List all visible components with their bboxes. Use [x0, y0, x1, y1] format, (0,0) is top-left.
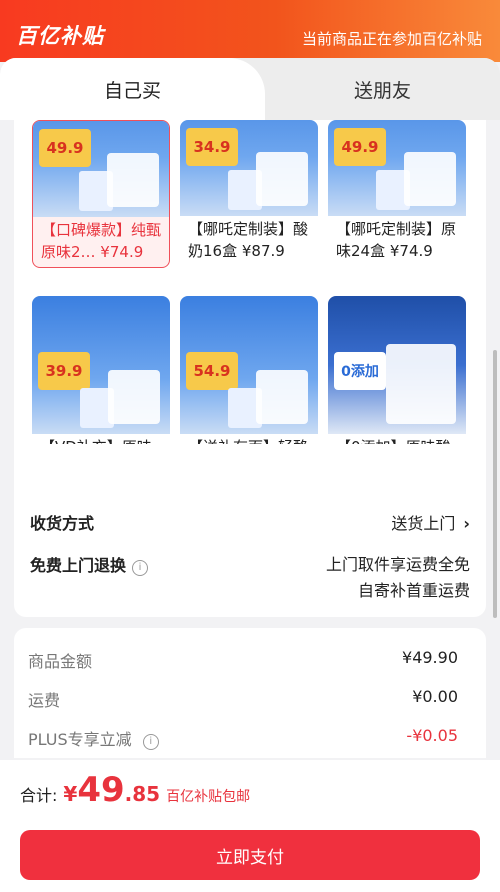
delivery-method-text: 送货上门: [391, 514, 456, 533]
package-graphic: [386, 344, 456, 424]
product-title: 【哪吒定制装】原味24盒 ¥74.9: [336, 220, 457, 260]
product-image: 39.9: [32, 296, 170, 434]
plus-discount-row: PLUS专享立减 i -¥0.05: [28, 726, 458, 750]
delivery-method-value: 送货上门 ›: [391, 510, 470, 534]
return-detail-line1: 上门取件享运费全免: [325, 555, 470, 574]
package-graphic: [256, 370, 308, 424]
pay-now-button[interactable]: 立即支付: [20, 830, 480, 880]
goods-amount-value: ¥49.90: [402, 648, 458, 667]
subsidy-banner: 百亿补贴 当前商品正在参加百亿补贴: [0, 0, 500, 62]
price-badge: 54.9: [186, 352, 238, 390]
product-option[interactable]: 39.9 【VD补充】原味酸奶10盒 ¥55: [32, 296, 170, 444]
product-image: 49.9: [33, 121, 169, 217]
product-title: 【哪吒定制装】酸奶16盒 ¥87.9: [188, 220, 309, 260]
product-image: 0添加: [328, 296, 466, 434]
product-image: 34.9: [180, 120, 318, 216]
goods-amount-label: 商品金额: [28, 652, 93, 671]
subsidy-note: 当前商品正在参加百亿补贴: [301, 30, 482, 48]
free-return-details: 上门取件享运费全免 自寄补首重运费: [326, 552, 470, 604]
scrollbar[interactable]: [493, 350, 497, 618]
price-badge: 49.9: [334, 128, 386, 166]
product-title: 【VD补充】原味酸奶10盒 ¥55: [40, 436, 164, 444]
plus-discount-label: PLUS专享立减: [28, 730, 132, 749]
product-image: 54.9: [180, 296, 318, 434]
total-label: 合计:: [20, 786, 58, 805]
order-total: 合计: ¥ 49 .85 百亿补贴包邮: [20, 770, 250, 820]
chevron-right-icon: ›: [463, 514, 470, 533]
price-badge: 49.9: [39, 129, 91, 167]
free-return-label: 免费上门退换 i: [30, 552, 149, 576]
checkout-footer: 合计: ¥ 49 .85 百亿补贴包邮 立即支付: [0, 760, 500, 892]
purchase-tabs: 自己买 送朋友: [0, 58, 500, 120]
free-return-row: 免费上门退换 i 上门取件享运费全免 自寄补首重运费: [30, 552, 470, 602]
package-graphic: [256, 152, 308, 206]
free-return-text: 免费上门退换: [30, 556, 127, 575]
price-badge: 34.9: [186, 128, 238, 166]
product-title: 【口碑爆款】纯甄原味2… ¥74.9: [41, 221, 162, 261]
goods-amount-row: 商品金额 ¥49.90: [28, 648, 458, 672]
product-title: 【0添加】原味酸奶10盒 ¥55: [336, 436, 460, 444]
shipping-row: 运费 ¥0.00: [28, 687, 458, 711]
shipping-label: 运费: [28, 691, 61, 710]
product-options-card: 49.9 【口碑爆款】纯甄原味2… ¥74.9 34.9 【哪吒定制装】酸奶16…: [14, 120, 486, 617]
product-option[interactable]: 49.9 【口碑爆款】纯甄原味2… ¥74.9: [32, 120, 170, 268]
info-icon[interactable]: i: [142, 734, 159, 750]
package-graphic: [107, 153, 159, 207]
shipping-value: ¥0.00: [412, 687, 458, 706]
total-amount-integer: 49: [77, 770, 125, 810]
product-title: 【送礼有面】轻酪乳酸奶… ¥69.9: [188, 436, 312, 444]
product-option[interactable]: 0添加 【0添加】原味酸奶10盒 ¥55: [328, 296, 466, 444]
price-summary-card: 商品金额 ¥49.90 运费 ¥0.00 PLUS专享立减 i -¥0.05: [14, 628, 486, 758]
free-shipping-note: 百亿补贴包邮: [166, 789, 251, 805]
tab-buy-for-self[interactable]: 自己买: [0, 58, 265, 120]
product-option[interactable]: 49.9 【哪吒定制装】原味24盒 ¥74.9: [328, 120, 466, 268]
brand-logo-text: 百亿补贴: [16, 24, 104, 48]
plus-discount-value: -¥0.05: [406, 726, 458, 745]
package-graphic: [404, 152, 456, 206]
tab-send-to-friend[interactable]: 送朋友: [265, 58, 500, 120]
total-amount-decimal: .85: [124, 782, 161, 806]
package-graphic: [108, 370, 160, 424]
delivery-method-label: 收货方式: [30, 514, 95, 533]
total-currency: ¥: [63, 782, 78, 806]
price-badge: 0添加: [334, 352, 386, 390]
price-badge: 39.9: [38, 352, 90, 390]
product-option[interactable]: 34.9 【哪吒定制装】酸奶16盒 ¥87.9: [180, 120, 318, 268]
product-image: 49.9: [328, 120, 466, 216]
info-icon[interactable]: i: [132, 560, 149, 576]
product-option[interactable]: 54.9 【送礼有面】轻酪乳酸奶… ¥69.9: [180, 296, 318, 444]
order-sheet: 自己买 送朋友 49.9 【口碑爆款】纯甄原味2… ¥74.9 34.9 【哪吒…: [0, 58, 500, 758]
return-detail-line2: 自寄补首重运费: [357, 581, 470, 600]
